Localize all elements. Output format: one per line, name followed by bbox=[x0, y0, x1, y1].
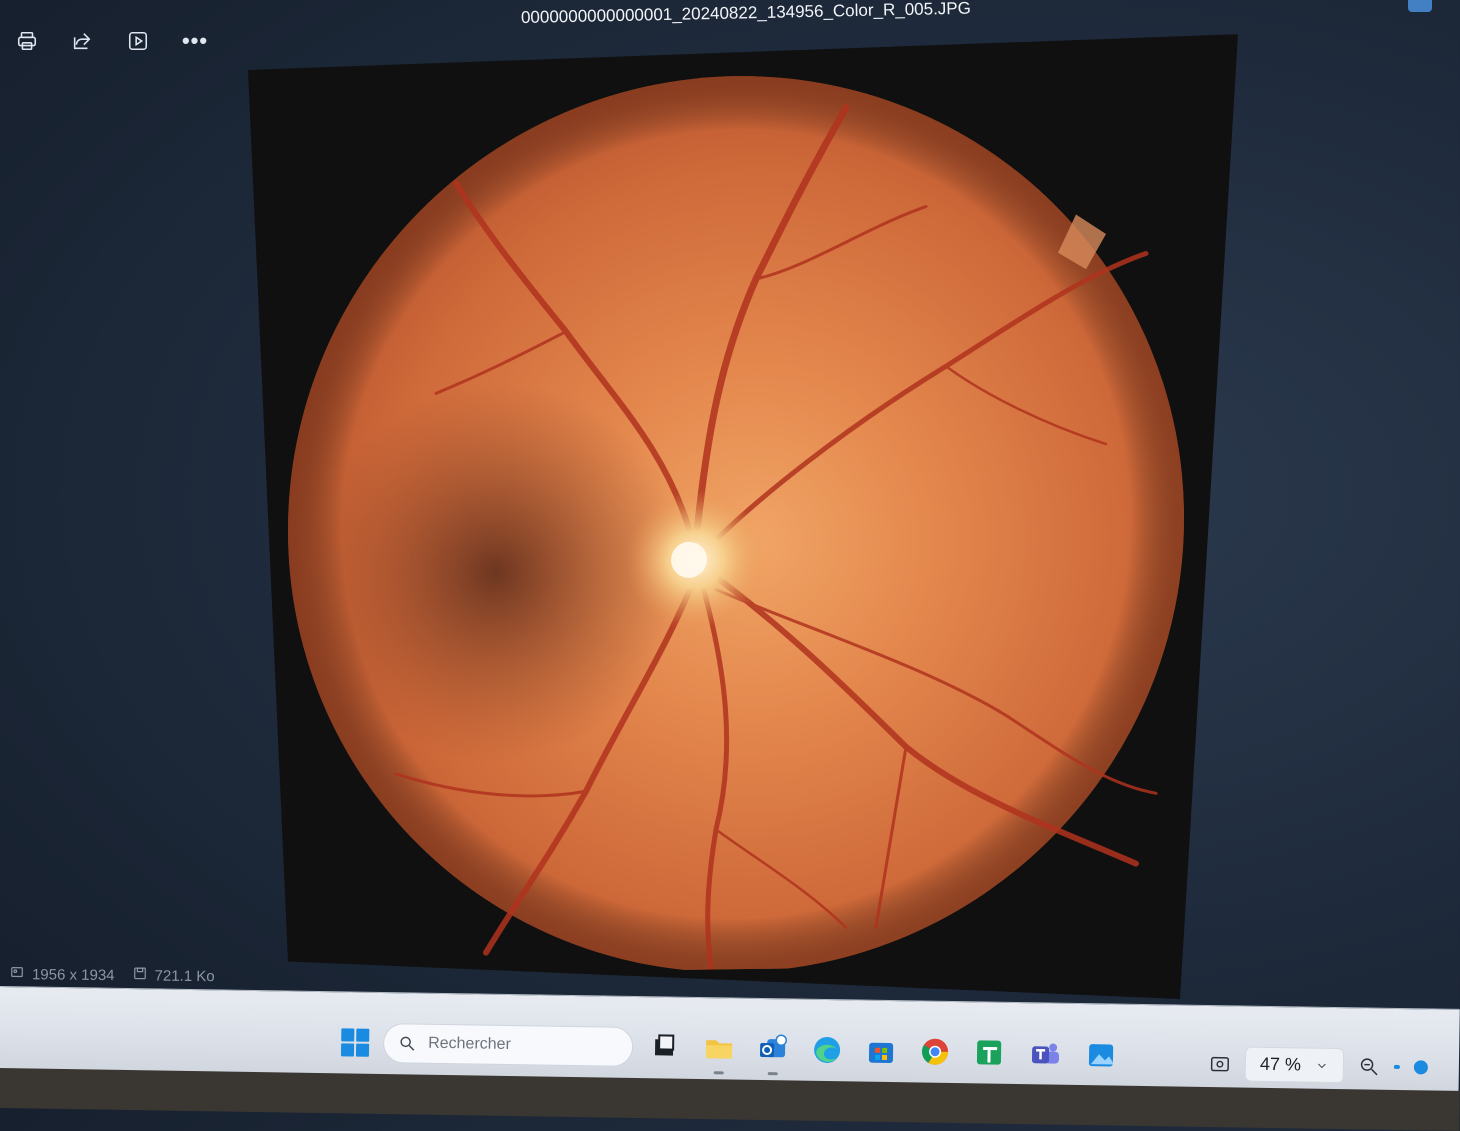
edge-button[interactable] bbox=[805, 1028, 850, 1073]
slideshow-button[interactable] bbox=[121, 24, 155, 58]
outlook-icon bbox=[760, 1034, 787, 1058]
fit-screen-icon[interactable] bbox=[1209, 1053, 1231, 1075]
outlook-button[interactable] bbox=[751, 1027, 796, 1076]
file-explorer-button[interactable] bbox=[697, 1026, 742, 1075]
taskbar-search[interactable] bbox=[382, 1023, 634, 1067]
teams-icon bbox=[1031, 1043, 1060, 1064]
share-button[interactable] bbox=[65, 24, 99, 58]
chrome-button[interactable] bbox=[913, 1029, 958, 1074]
windows-logo-icon bbox=[341, 1028, 355, 1042]
share-icon bbox=[73, 33, 91, 50]
search-input[interactable] bbox=[425, 1033, 611, 1057]
image-status-bar: 1956 x 1934 721.1 Ko bbox=[10, 960, 215, 990]
task-view-button[interactable] bbox=[641, 1025, 686, 1070]
sheets-icon bbox=[976, 1040, 1002, 1065]
zoom-out-icon[interactable] bbox=[1358, 1055, 1380, 1077]
store-icon bbox=[868, 1042, 894, 1063]
file-size-icon bbox=[132, 966, 146, 984]
dimensions-icon bbox=[10, 965, 24, 983]
chevron-down-icon bbox=[1318, 1063, 1326, 1068]
start-button[interactable] bbox=[340, 1028, 370, 1057]
zoom-slider-track[interactable] bbox=[1393, 1064, 1400, 1069]
print-button[interactable] bbox=[10, 24, 44, 58]
play-icon bbox=[128, 31, 148, 51]
image-dimensions: 1956 x 1934 bbox=[31, 965, 115, 984]
store-button[interactable] bbox=[859, 1029, 904, 1074]
image-canvas[interactable] bbox=[248, 34, 1238, 1012]
zoom-slider-thumb[interactable] bbox=[1413, 1059, 1429, 1074]
sheets-button[interactable] bbox=[967, 1030, 1012, 1075]
task-view-icon bbox=[654, 1034, 675, 1056]
viewer-toolbar: ••• bbox=[0, 0, 260, 70]
photos-icon bbox=[1088, 1044, 1114, 1067]
fundus-photo bbox=[286, 63, 1186, 976]
photos-button[interactable] bbox=[1079, 1032, 1124, 1077]
file-size: 721.1 Ko bbox=[154, 967, 215, 985]
more-options-button[interactable]: ••• bbox=[178, 24, 212, 58]
more-icon: ••• bbox=[181, 28, 209, 53]
window-corner-accent bbox=[1408, 0, 1432, 12]
photo-viewer-window: ••• 0000000000000001_20240822_134956_Col… bbox=[0, 0, 1460, 990]
retina-image bbox=[288, 76, 1184, 973]
window-title: 0000000000000001_20240822_134956_Color_R… bbox=[520, 0, 972, 27]
zoom-level: 47 % bbox=[1259, 1053, 1302, 1075]
zoom-level-dropdown[interactable]: 47 % bbox=[1244, 1046, 1345, 1084]
teams-button[interactable] bbox=[1023, 1031, 1068, 1076]
search-icon bbox=[400, 1036, 415, 1051]
chrome-icon bbox=[922, 1038, 949, 1065]
folder-icon bbox=[705, 1040, 733, 1059]
printer-icon bbox=[17, 31, 37, 51]
edge-icon bbox=[814, 1036, 841, 1063]
zoom-controls: 47 % bbox=[1209, 1046, 1429, 1084]
